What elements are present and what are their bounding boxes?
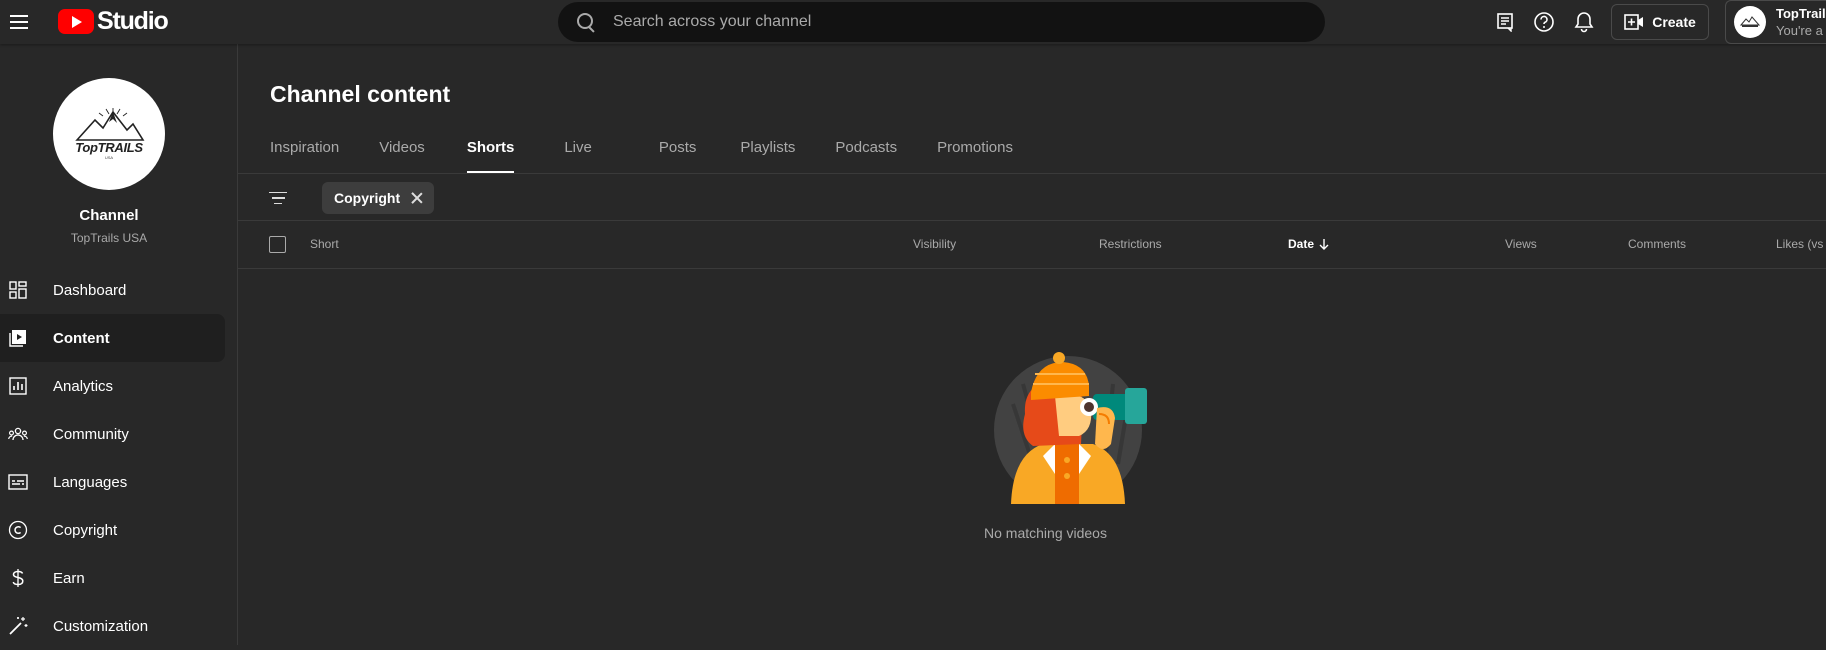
- tab-podcasts[interactable]: Podcasts: [835, 130, 897, 174]
- sidebar-item-dashboard[interactable]: Dashboard: [0, 266, 225, 314]
- select-all-checkbox[interactable]: [269, 236, 286, 253]
- column-header-date[interactable]: Date: [1288, 237, 1330, 251]
- channel-logo-text: TopTRAILS: [75, 140, 143, 155]
- tabs-divider: [238, 173, 1826, 174]
- create-label: Create: [1652, 14, 1696, 30]
- help-icon[interactable]: [1532, 10, 1556, 34]
- tab-live[interactable]: Live: [564, 130, 592, 174]
- sidebar-item-label: Community: [53, 425, 129, 443]
- tab-playlists[interactable]: Playlists: [740, 130, 795, 174]
- analytics-icon: [8, 376, 28, 396]
- date-column-label: Date: [1288, 237, 1315, 251]
- sidebar-item-label: Languages: [53, 473, 128, 491]
- community-icon: [8, 424, 28, 444]
- tab-inspiration[interactable]: Inspiration: [270, 130, 339, 174]
- top-bar: Studio Create TopTrails You're a m: [0, 0, 1826, 44]
- account-button[interactable]: TopTrails You're a m: [1725, 0, 1826, 44]
- content-icon: [8, 328, 28, 348]
- sidebar-item-content[interactable]: Content: [0, 314, 225, 362]
- filter-icon[interactable]: [266, 186, 290, 210]
- youtube-studio-logo[interactable]: Studio: [58, 6, 169, 35]
- notifications-bell-icon[interactable]: [1572, 10, 1596, 34]
- sidebar-item-analytics[interactable]: Analytics: [0, 362, 225, 410]
- tab-shorts[interactable]: Shorts: [466, 130, 514, 174]
- youtube-play-icon: [58, 8, 94, 34]
- filter-chip-label: Copyright: [334, 190, 401, 206]
- column-header-short[interactable]: Short: [310, 237, 339, 251]
- channel-logo-small-text: USA: [104, 155, 114, 160]
- account-name: TopTrails: [1776, 6, 1826, 21]
- sidebar-nav: Dashboard Content Analytics Community La…: [0, 266, 225, 650]
- sidebar: TopTRAILS USA Channel TopTrails USA Dash…: [0, 44, 238, 645]
- dollar-icon: [8, 568, 28, 588]
- channel-name: TopTrails USA: [70, 231, 148, 245]
- sidebar-item-customization[interactable]: Customization: [0, 602, 225, 650]
- filter-divider: [238, 220, 1826, 221]
- no-results-illustration: [994, 352, 1147, 504]
- page-title: Channel content: [270, 81, 451, 107]
- sidebar-item-label: Content: [53, 329, 110, 347]
- column-header-views[interactable]: Views: [1505, 237, 1537, 251]
- feedback-icon[interactable]: [1493, 10, 1517, 34]
- dashboard-icon: [8, 280, 28, 300]
- menu-icon[interactable]: [8, 10, 32, 34]
- column-header-likes[interactable]: Likes (vs: [1776, 237, 1823, 251]
- sidebar-item-copyright[interactable]: Copyright: [0, 506, 225, 554]
- logo-text: Studio: [97, 6, 169, 35]
- sidebar-item-label: Dashboard: [53, 281, 127, 299]
- create-video-icon: [1624, 14, 1644, 30]
- account-subtitle: You're a m: [1776, 23, 1826, 38]
- mountain-logo-icon: [75, 108, 145, 141]
- tab-promotions[interactable]: Promotions: [937, 130, 1013, 174]
- search-icon[interactable]: [574, 10, 598, 34]
- column-header-restrictions[interactable]: Restrictions: [1099, 237, 1162, 251]
- tab-posts[interactable]: Posts: [659, 130, 697, 174]
- filter-chip-copyright[interactable]: Copyright: [322, 182, 435, 214]
- sidebar-item-community[interactable]: Community: [0, 410, 225, 458]
- header-divider: [238, 268, 1826, 269]
- channel-avatar[interactable]: TopTRAILS USA: [53, 78, 165, 190]
- copyright-icon: [8, 520, 28, 540]
- sidebar-item-label: Customization: [53, 617, 149, 635]
- search-input[interactable]: [613, 13, 1213, 31]
- account-avatar: [1734, 6, 1766, 38]
- column-header-visibility[interactable]: Visibility: [913, 237, 956, 251]
- sidebar-item-label: Analytics: [53, 377, 114, 395]
- tab-videos[interactable]: Videos: [379, 130, 425, 174]
- channel-title: Channel: [79, 207, 139, 224]
- empty-state-message: No matching videos: [984, 525, 1107, 541]
- close-icon[interactable]: [410, 191, 424, 205]
- magic-wand-icon: [8, 616, 28, 636]
- sidebar-item-label: Earn: [53, 569, 85, 587]
- arrow-down-icon: [1319, 238, 1329, 250]
- main-content: Channel content Inspiration Videos Short…: [238, 44, 1826, 645]
- create-button[interactable]: Create: [1611, 4, 1709, 40]
- sidebar-item-earn[interactable]: Earn: [0, 554, 225, 602]
- sidebar-item-label: Copyright: [53, 521, 118, 539]
- search-bar[interactable]: [558, 2, 1325, 42]
- sidebar-item-languages[interactable]: Languages: [0, 458, 225, 506]
- content-tabs: Inspiration Videos Shorts Live Posts Pla…: [270, 130, 1013, 174]
- column-header-comments[interactable]: Comments: [1628, 237, 1686, 251]
- subtitles-icon: [8, 472, 28, 492]
